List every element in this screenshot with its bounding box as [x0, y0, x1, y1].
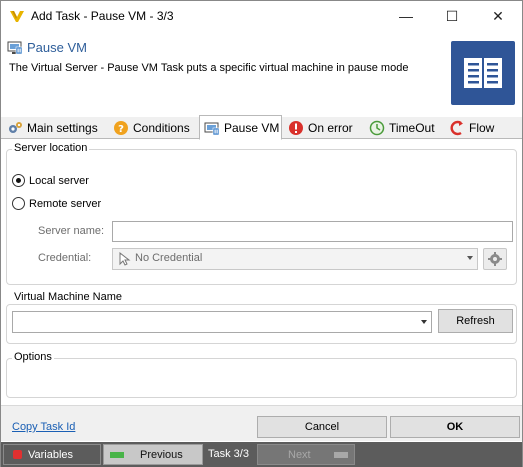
flow-icon: [450, 120, 463, 136]
copy-task-id-link[interactable]: Copy Task Id: [12, 421, 75, 433]
pause-vm-task-icon: [7, 41, 23, 55]
tab-strip: Main settings ? Conditions Pause VM On e…: [1, 115, 522, 140]
credential-value: No Credential: [135, 252, 203, 264]
task-icon: [204, 122, 220, 136]
task-header: Pause VM The Virtual Server - Pause VM T…: [1, 31, 522, 115]
maximize-button[interactable]: ☐: [429, 1, 475, 31]
credential-dropdown[interactable]: No Credential: [112, 248, 478, 270]
task-name: Pause VM: [27, 40, 87, 55]
tab-label: Pause VM: [224, 121, 280, 135]
tab-label: On error: [308, 121, 353, 135]
variables-button[interactable]: Variables: [3, 444, 101, 465]
refresh-button[interactable]: Refresh: [438, 309, 513, 333]
window-title: Add Task - Pause VM - 3/3: [31, 9, 174, 23]
remote-server-label: Remote server: [29, 198, 102, 210]
local-server-label: Local server: [29, 175, 89, 187]
vm-name-dropdown[interactable]: [12, 311, 432, 333]
tab-pause-vm[interactable]: Pause VM: [199, 115, 282, 140]
server-location-label: Server location: [12, 142, 90, 154]
minimize-button[interactable]: —: [383, 1, 429, 31]
svg-text:?: ?: [118, 124, 124, 135]
add-task-window: Add Task - Pause VM - 3/3 — ☐ ✕ Pause VM…: [0, 0, 523, 467]
variables-label: Variables: [28, 449, 74, 461]
cursor-icon: [119, 252, 131, 266]
task-counter: Task 3/3: [208, 448, 249, 460]
vm-name-label: Virtual Machine Name: [12, 291, 125, 303]
previous-arrow-icon: [110, 452, 124, 458]
server-name-label: Server name:: [38, 225, 105, 237]
tab-main-settings[interactable]: Main settings: [3, 117, 107, 139]
dialog-footer: Copy Task Id Cancel OK: [1, 405, 522, 441]
tab-label: Conditions: [133, 121, 190, 135]
cancel-button[interactable]: Cancel: [257, 416, 387, 438]
next-label: Next: [288, 449, 311, 461]
tab-label: Flow: [469, 121, 495, 135]
timeout-icon: [369, 120, 385, 136]
gear-icon: [488, 252, 502, 266]
server-name-input[interactable]: [112, 221, 513, 242]
previous-button[interactable]: Previous: [103, 444, 203, 465]
next-arrow-icon: [334, 452, 348, 458]
task-description: The Virtual Server - Pause VM Task puts …: [9, 62, 409, 74]
previous-label: Previous: [140, 449, 183, 461]
title-bar: Add Task - Pause VM - 3/3 — ☐ ✕: [1, 1, 522, 31]
variables-icon: [13, 450, 22, 459]
tab-conditions[interactable]: ? Conditions: [109, 117, 199, 139]
tab-label: TimeOut: [389, 121, 435, 135]
ok-button[interactable]: OK: [390, 416, 520, 438]
chevron-down-icon: [467, 256, 473, 260]
tab-flow[interactable]: Flow: [445, 117, 505, 139]
question-icon: ?: [114, 121, 128, 135]
book-tile: [451, 41, 515, 105]
book-icon: [464, 58, 502, 88]
radio-button[interactable]: [12, 174, 25, 187]
credential-settings-button[interactable]: [483, 248, 507, 270]
local-server-radio[interactable]: Local server: [12, 173, 132, 189]
tab-timeout[interactable]: TimeOut: [365, 117, 441, 139]
tab-label: Main settings: [27, 121, 98, 135]
chevron-down-icon: [421, 320, 427, 324]
app-logo-icon: [10, 11, 24, 22]
options-label: Options: [12, 351, 54, 363]
tab-on-error[interactable]: On error: [284, 117, 362, 139]
next-button[interactable]: Next: [257, 444, 355, 465]
status-bar: Variables Previous Task 3/3 Next: [1, 442, 522, 467]
credential-label: Credential:: [38, 252, 92, 264]
tab-content: Server location Local server Remote serv…: [1, 140, 522, 405]
remote-server-radio[interactable]: Remote server: [12, 196, 132, 212]
gears-icon: [9, 122, 22, 133]
close-button[interactable]: ✕: [475, 1, 521, 31]
radio-button[interactable]: [12, 197, 25, 210]
options-group: [6, 358, 517, 398]
error-icon: [289, 121, 303, 135]
